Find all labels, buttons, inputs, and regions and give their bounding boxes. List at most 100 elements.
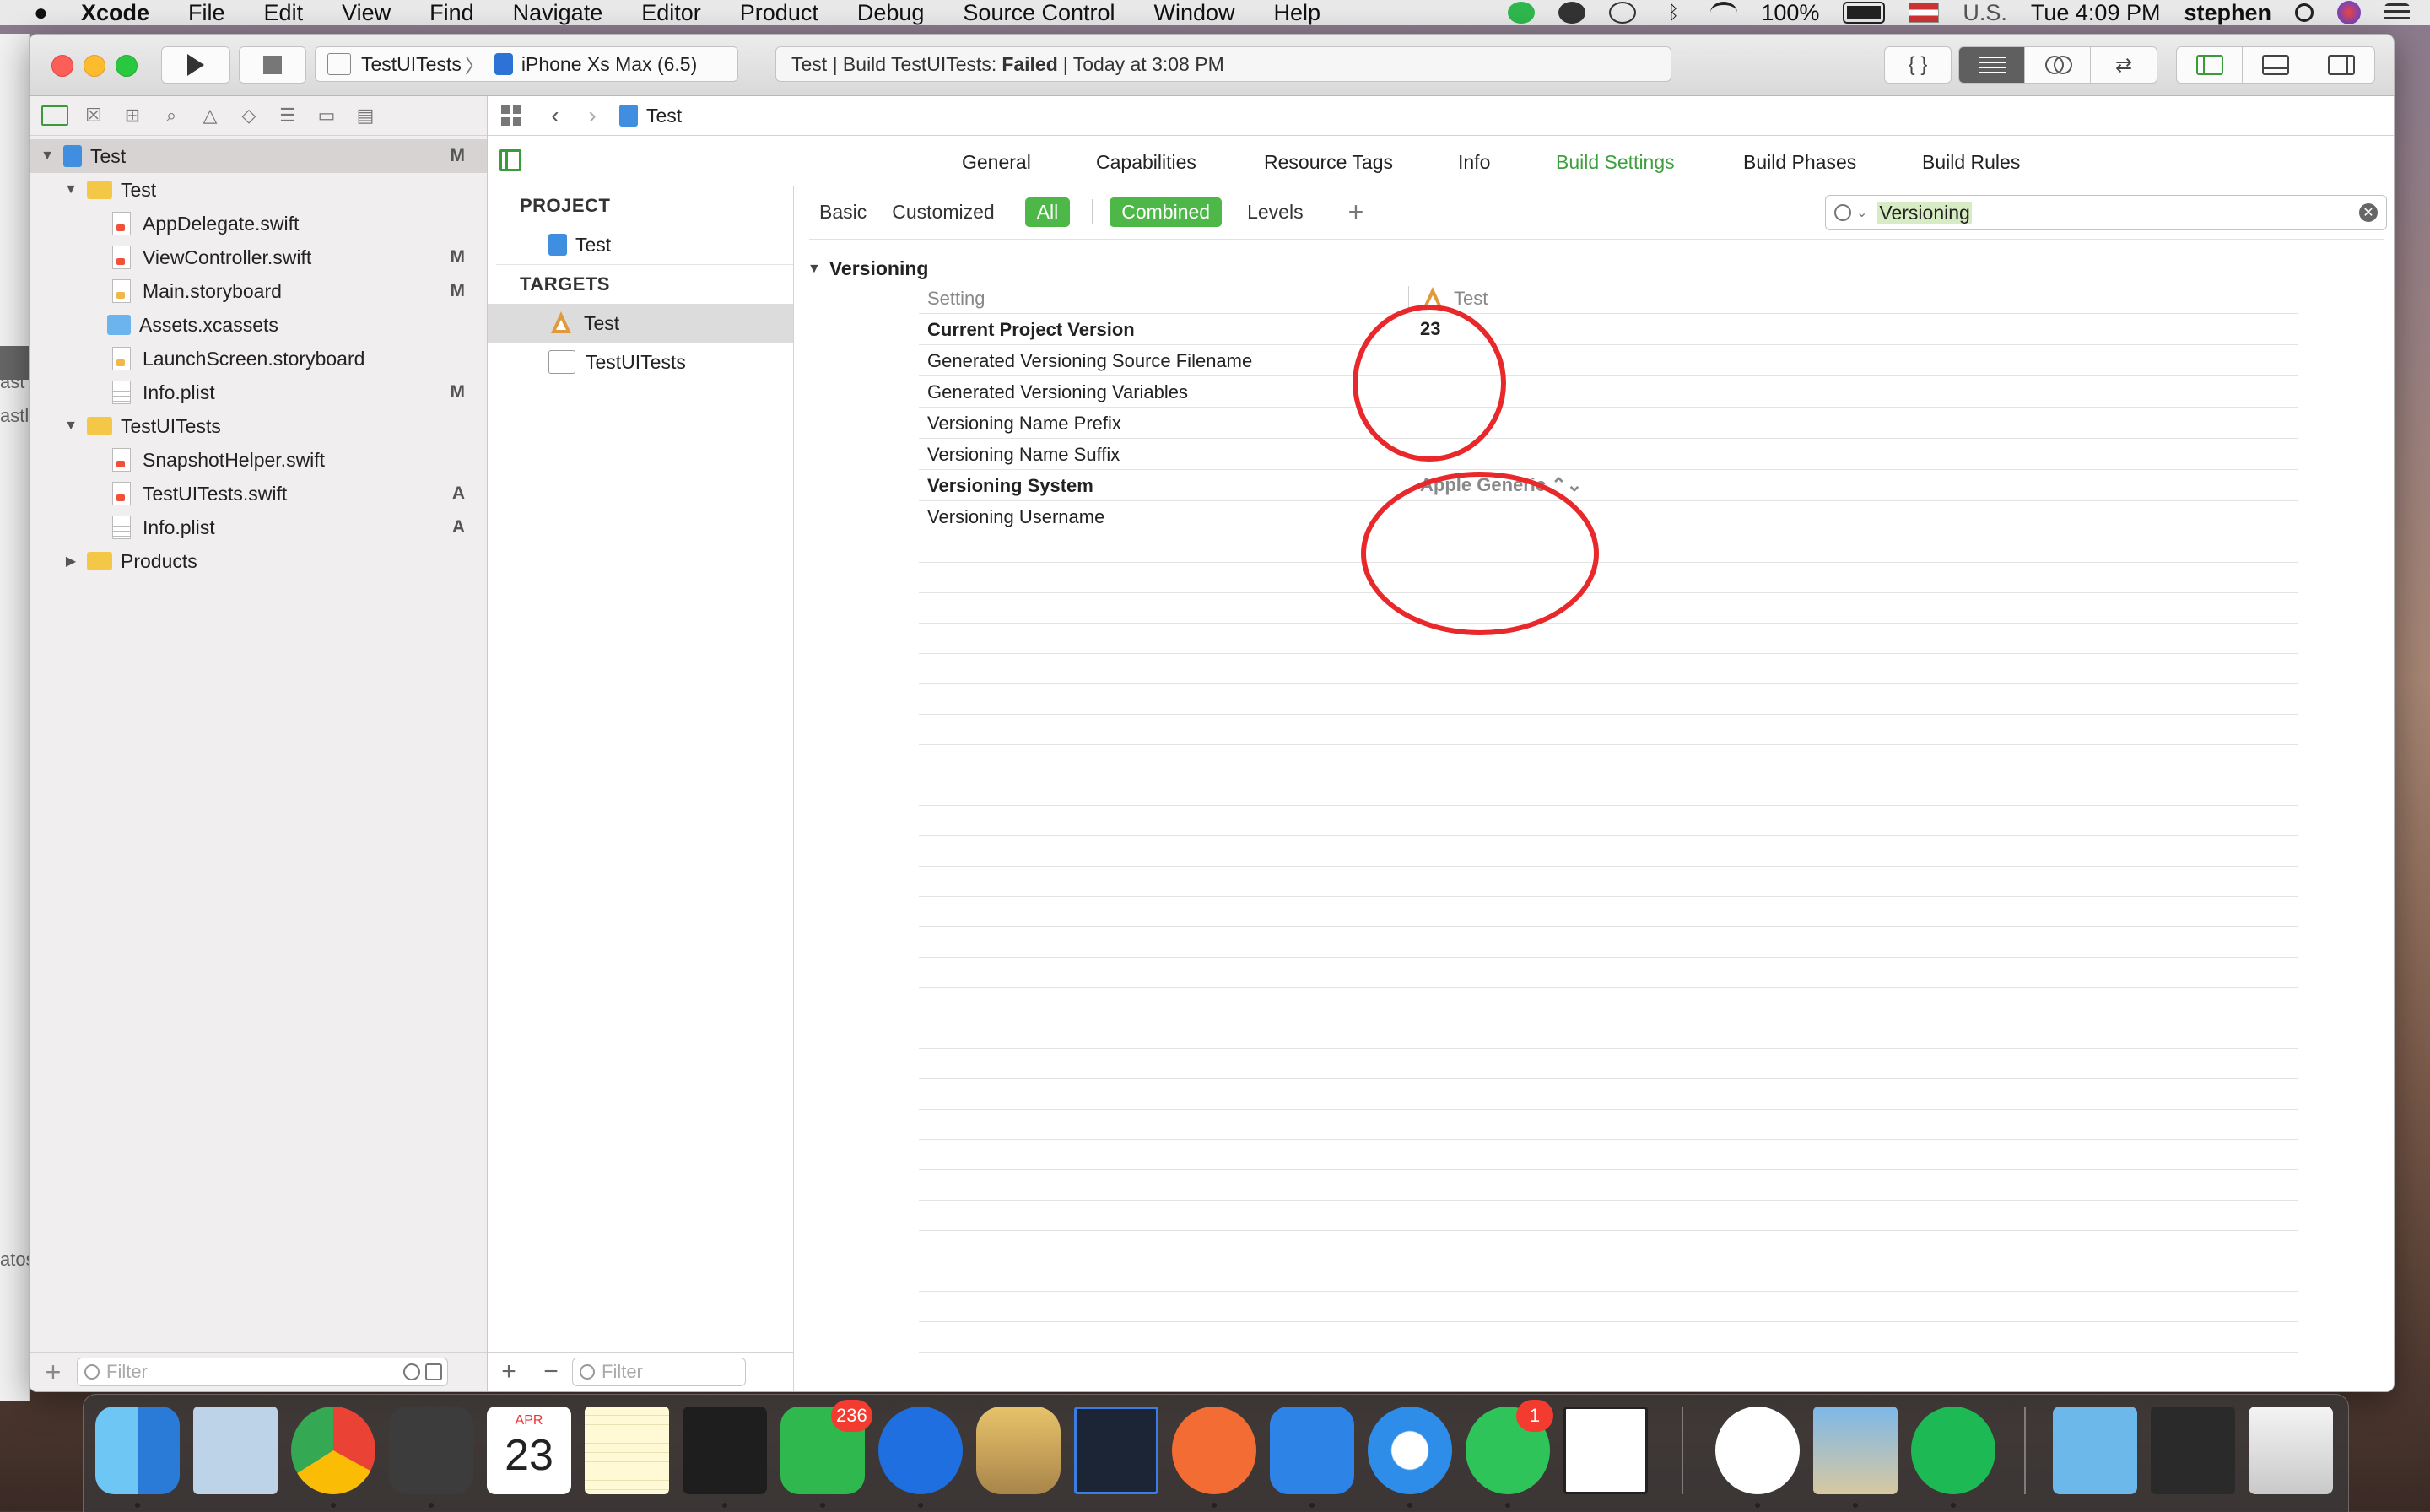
build-settings-search[interactable]: ⌄ Versioning ✕ bbox=[1825, 195, 2387, 230]
dock-terminal-icon[interactable] bbox=[683, 1407, 767, 1494]
tab-build-rules[interactable]: Build Rules bbox=[1922, 151, 2020, 174]
dock-bird-app-icon[interactable] bbox=[1563, 1407, 1648, 1494]
dock-chrome-icon[interactable] bbox=[291, 1407, 375, 1494]
tree-item-launchscreen[interactable]: LaunchScreen.storyboard bbox=[30, 342, 487, 375]
menu-product[interactable]: Product bbox=[740, 0, 818, 26]
us-flag-icon[interactable] bbox=[1909, 3, 1940, 23]
find-navigator-tab[interactable]: ⌕ bbox=[158, 105, 185, 127]
activity-viewer[interactable]: Test | Build TestUITests: Failed | Today… bbox=[775, 46, 1671, 82]
tree-item-snapshothelper[interactable]: SnapshotHelper.swift bbox=[30, 443, 487, 477]
add-file-button[interactable]: + bbox=[30, 1357, 77, 1388]
setting-row-versioning-system[interactable]: Versioning System Apple Generic ⌃⌄ bbox=[919, 470, 2298, 501]
dock-sequel-pro-icon[interactable] bbox=[976, 1407, 1061, 1494]
filter-customized[interactable]: Customized bbox=[892, 201, 994, 224]
toggle-inspector-button[interactable] bbox=[2308, 47, 2374, 83]
add-target-button[interactable]: + bbox=[488, 1358, 530, 1386]
menu-find[interactable]: Find bbox=[429, 0, 474, 26]
symbol-navigator-tab[interactable]: ⊞ bbox=[119, 105, 146, 127]
related-items-icon[interactable] bbox=[501, 105, 521, 126]
tab-resource-tags[interactable]: Resource Tags bbox=[1264, 151, 1393, 174]
add-setting-button[interactable]: + bbox=[1348, 197, 1364, 228]
app-menu[interactable]: Xcode bbox=[81, 0, 149, 26]
disclosure-open-icon[interactable]: ▼ bbox=[807, 262, 821, 277]
targets-filter-input[interactable]: Filter bbox=[572, 1358, 746, 1386]
clear-search-icon[interactable]: ✕ bbox=[2359, 203, 2378, 222]
dock-notes-icon[interactable] bbox=[585, 1407, 669, 1494]
source-control-navigator-tab[interactable]: ☒ bbox=[80, 105, 107, 127]
wifi-icon[interactable] bbox=[1710, 2, 1738, 24]
filter-levels[interactable]: Levels bbox=[1247, 201, 1303, 224]
debug-navigator-tab[interactable]: ☰ bbox=[274, 105, 301, 127]
minimize-window-button[interactable] bbox=[84, 55, 105, 77]
dock-evernote-icon[interactable] bbox=[1715, 1407, 1800, 1494]
target-item-testuitests[interactable]: TestUITests bbox=[488, 343, 793, 381]
disclosure-closed-icon[interactable]: ▶ bbox=[62, 553, 80, 570]
tree-item-products[interactable]: ▶ Products bbox=[30, 544, 487, 578]
target-item-test[interactable]: Test bbox=[488, 304, 793, 343]
menu-editor[interactable]: Editor bbox=[641, 0, 701, 26]
menu-debug[interactable]: Debug bbox=[857, 0, 925, 26]
bluetooth-icon[interactable]: ᛒ bbox=[1660, 2, 1687, 24]
time-machine-icon[interactable] bbox=[1609, 2, 1637, 24]
siri-icon[interactable] bbox=[2337, 1, 2361, 24]
dock-feather-app-icon[interactable] bbox=[1074, 1407, 1158, 1494]
version-editor-button[interactable]: ⇄ bbox=[2091, 47, 2157, 83]
tree-item-testuitests-group[interactable]: ▼ TestUITests bbox=[30, 409, 487, 443]
navigator-filter-input[interactable]: Filter bbox=[77, 1358, 448, 1386]
filter-combined[interactable]: Combined bbox=[1110, 197, 1223, 227]
dock-trash-icon[interactable] bbox=[2249, 1407, 2333, 1494]
run-button[interactable] bbox=[161, 46, 230, 84]
setting-row-versioning-name-prefix[interactable]: Versioning Name Prefix bbox=[919, 408, 2298, 439]
dock-postman-icon[interactable] bbox=[1172, 1407, 1256, 1494]
battery-icon[interactable] bbox=[1843, 2, 1886, 24]
setting-row-generated-versioning-variables[interactable]: Generated Versioning Variables bbox=[919, 376, 2298, 408]
setting-row-generated-versioning-source-filename[interactable]: Generated Versioning Source Filename bbox=[919, 345, 2298, 376]
breakpoint-navigator-tab[interactable]: ▭ bbox=[313, 105, 340, 127]
setting-value[interactable]: 23 bbox=[1420, 318, 1440, 340]
test-navigator-tab[interactable]: ◇ bbox=[235, 105, 262, 127]
tab-info[interactable]: Info bbox=[1458, 151, 1490, 174]
tab-capabilities[interactable]: Capabilities bbox=[1096, 151, 1196, 174]
dock-window-stack-icon[interactable] bbox=[2151, 1407, 2235, 1494]
filter-basic[interactable]: Basic bbox=[819, 201, 867, 224]
menubar-user[interactable]: stephen bbox=[2184, 0, 2271, 26]
dock-spotify-icon[interactable] bbox=[1911, 1407, 1995, 1494]
scm-filter-icon[interactable] bbox=[425, 1364, 442, 1380]
tree-item-appdelegate[interactable]: AppDelegate.swift bbox=[30, 207, 487, 240]
jump-bar-crumb[interactable]: Test bbox=[646, 105, 682, 127]
close-window-button[interactable] bbox=[51, 55, 73, 77]
menu-window[interactable]: Window bbox=[1154, 0, 1235, 26]
versioning-system-popup[interactable]: Apple Generic ⌃⌄ bbox=[1420, 474, 1582, 496]
dock-downloads-folder-icon[interactable] bbox=[2053, 1407, 2137, 1494]
tree-item-test-project[interactable]: ▼ Test M bbox=[30, 139, 487, 173]
line-status-icon[interactable] bbox=[1508, 2, 1536, 24]
project-item[interactable]: Test bbox=[488, 225, 793, 264]
toggle-targets-list-icon[interactable] bbox=[500, 149, 521, 171]
tree-item-info-plist[interactable]: Info.plist M bbox=[30, 375, 487, 409]
evernote-status-icon[interactable] bbox=[1558, 2, 1586, 24]
input-source-label[interactable]: U.S. bbox=[1963, 0, 2007, 26]
setting-row-versioning-name-suffix[interactable]: Versioning Name Suffix bbox=[919, 439, 2298, 470]
report-navigator-tab[interactable]: ▤ bbox=[352, 105, 379, 127]
filter-all[interactable]: All bbox=[1024, 197, 1071, 227]
spotlight-search-icon[interactable] bbox=[2295, 3, 2314, 22]
section-header-versioning[interactable]: ▼ Versioning bbox=[807, 257, 928, 280]
tab-general[interactable]: General bbox=[962, 151, 1031, 174]
tree-item-test-group[interactable]: ▼ Test bbox=[30, 173, 487, 207]
toggle-debug-area-button[interactable] bbox=[2243, 47, 2308, 83]
assistant-editor-button[interactable] bbox=[2025, 47, 2091, 83]
remove-target-button[interactable]: − bbox=[530, 1358, 572, 1386]
issue-navigator-tab[interactable]: △ bbox=[197, 105, 224, 127]
dock-sublime-text-icon[interactable] bbox=[389, 1407, 473, 1494]
disclosure-open-icon[interactable]: ▼ bbox=[38, 148, 57, 164]
menubar-clock[interactable]: Tue 4:09 PM bbox=[2031, 0, 2161, 26]
recent-files-icon[interactable] bbox=[403, 1364, 420, 1380]
back-chevron-icon[interactable]: ‹ bbox=[537, 102, 574, 129]
setting-row-current-project-version[interactable]: Current Project Version 23 bbox=[919, 314, 2298, 345]
tree-item-testuitests-swift[interactable]: TestUITests.swift A bbox=[30, 477, 487, 510]
scheme-selector[interactable]: TestUITests 〉 iPhone Xs Max (6.5) bbox=[315, 46, 738, 82]
disclosure-open-icon[interactable]: ▼ bbox=[62, 182, 80, 197]
tree-item-viewcontroller[interactable]: ViewController.swift M bbox=[30, 240, 487, 274]
dock-calendar-icon[interactable]: APR 23 bbox=[487, 1407, 571, 1494]
tree-item-uitests-info-plist[interactable]: Info.plist A bbox=[30, 510, 487, 544]
